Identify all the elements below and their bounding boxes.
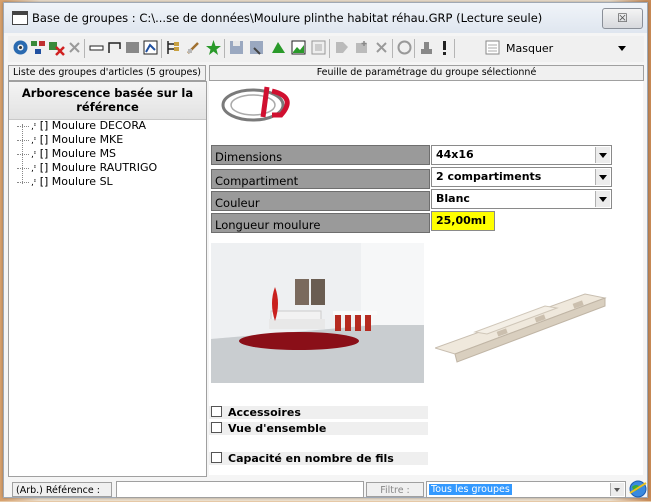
list-item-label: [] Moulure SL <box>39 175 113 188</box>
brand-logo <box>217 83 307 123</box>
title-bar[interactable]: Base de groupes : C:\...se de données\Mo… <box>4 3 647 33</box>
group-tree-icon[interactable] <box>30 39 47 56</box>
tree-title-line1: Arborescence basée sur la <box>21 86 194 100</box>
node-icon: ,ᶦ <box>31 178 37 188</box>
list-item[interactable]: ,ᶦ [] Moulure MS <box>17 147 116 160</box>
toolbar-separator <box>329 39 330 58</box>
clear-icon[interactable] <box>66 39 83 56</box>
longueur-field[interactable]: 25,00ml <box>431 211 495 231</box>
list-item-label: [] Moulure MS <box>39 147 117 160</box>
toolbar: Masquer <box>8 36 644 62</box>
list-item[interactable]: ,ᶦ [] Moulure RAUTRIGO <box>17 161 157 174</box>
delete-group-icon[interactable] <box>48 39 65 56</box>
hide-columns-icon <box>484 39 501 56</box>
toolbar-separator <box>454 39 455 58</box>
globe-settings-icon[interactable] <box>12 39 29 56</box>
node-icon: ,ᶦ <box>31 122 37 132</box>
couleur-label: Couleur <box>211 191 430 211</box>
accessoires-label: Accessoires <box>228 406 301 419</box>
capacite-fils-label: Capacité en nombre de fils <box>228 452 394 465</box>
couleur-value: Blanc <box>436 192 470 205</box>
filtre-label: Filtre : <box>366 482 424 497</box>
toolbar-separator <box>392 39 393 58</box>
new-item-icon[interactable] <box>353 39 370 56</box>
list-item[interactable]: ,ᶦ [] Moulure SL <box>17 175 113 188</box>
vue-ensemble-label: Vue d'ensemble <box>228 422 327 435</box>
list-item[interactable]: ,ᶦ [] Moulure DECORA <box>17 119 146 132</box>
longueur-label: Longueur moulure <box>211 213 430 233</box>
reference-input[interactable] <box>116 481 364 498</box>
warning-icon[interactable] <box>436 39 453 56</box>
list-item-label: [] Moulure RAUTRIGO <box>39 161 158 174</box>
reference-label: (Arb.) Référence : <box>12 482 112 497</box>
tree-header[interactable]: Arborescence basée sur la référence <box>9 82 206 120</box>
toolbar-separator <box>84 39 85 58</box>
masquer-dropdown[interactable]: Masquer <box>484 39 632 58</box>
stamp-icon[interactable] <box>418 39 435 56</box>
tag-icon[interactable] <box>333 39 350 56</box>
toolbar-separator <box>161 39 162 58</box>
parameter-sheet-pane: Dimensions 44x16 Compartiment 2 comparti… <box>209 81 643 475</box>
masquer-label: Masquer <box>506 42 554 55</box>
chevron-down-icon[interactable] <box>595 191 610 207</box>
save-icon[interactable] <box>228 39 245 56</box>
compartiment-value: 2 compartiments <box>436 170 542 183</box>
vue-ensemble-checkbox[interactable]: Vue d'ensemble <box>209 422 428 435</box>
dimensions-label: Dimensions <box>211 145 430 165</box>
chevron-down-icon[interactable] <box>610 483 624 496</box>
compartiment-select[interactable]: 2 compartiments <box>431 167 612 187</box>
couleur-select[interactable]: Blanc <box>431 189 612 209</box>
globe-icon[interactable] <box>628 479 648 499</box>
image-icon[interactable] <box>290 39 307 56</box>
app-window-icon <box>12 11 28 25</box>
chart-edit-icon[interactable] <box>142 39 159 56</box>
accessoires-checkbox[interactable]: Accessoires <box>209 406 428 419</box>
chevron-down-icon <box>618 46 626 51</box>
toolbar-separator <box>414 39 415 58</box>
green-star-icon[interactable] <box>205 39 222 56</box>
toolbar-separator <box>224 39 225 58</box>
main-window: Base de groupes : C:\...se de données\Mo… <box>3 2 648 498</box>
checkbox-box[interactable] <box>211 406 222 417</box>
node-icon: ,ᶦ <box>31 136 37 146</box>
frame-icon[interactable] <box>106 39 123 56</box>
chevron-down-icon[interactable] <box>595 169 610 185</box>
filtre-select[interactable]: Tous les groupes <box>426 481 626 498</box>
group-list-pane: Arborescence basée sur la référence ,ᶦ [… <box>8 81 207 477</box>
left-pane-header: Liste des groupes d'articles (5 groupes) <box>8 65 206 81</box>
save-as-icon[interactable] <box>248 39 265 56</box>
remove-icon[interactable] <box>373 39 390 56</box>
tree-title-line2: référence <box>76 100 139 114</box>
window-title: Base de groupes : C:\...se de données\Mo… <box>32 11 543 25</box>
list-item[interactable]: ,ᶦ [] Moulure MKE <box>17 133 123 146</box>
compartiment-label: Compartiment <box>211 169 430 189</box>
status-bar: (Arb.) Référence : Filtre : Tous les gro… <box>8 479 647 499</box>
node-icon: ,ᶦ <box>31 164 37 174</box>
filtre-value: Tous les groupes <box>429 484 512 495</box>
moulure-product-image <box>433 286 613 366</box>
right-pane-header: Feuille de paramétrage du groupe sélecti… <box>209 65 644 81</box>
room-photo <box>211 243 424 383</box>
edit-tools-icon[interactable] <box>185 39 202 56</box>
node-icon: ,ᶦ <box>31 150 37 160</box>
refresh-icon[interactable] <box>396 39 413 56</box>
checkbox-box[interactable] <box>211 452 222 463</box>
list-item-label: [] Moulure DECORA <box>39 119 147 132</box>
fill-block-icon[interactable] <box>124 39 141 56</box>
tree-view-icon[interactable] <box>165 39 182 56</box>
close-button[interactable]: ☒ <box>602 8 643 29</box>
capacite-fils-checkbox[interactable]: Capacité en nombre de fils <box>209 452 428 465</box>
green-copy-icon[interactable] <box>270 39 287 56</box>
dimensions-value: 44x16 <box>436 148 474 161</box>
minus-icon[interactable] <box>88 39 105 56</box>
chevron-down-icon[interactable] <box>595 147 610 163</box>
dimensions-select[interactable]: 44x16 <box>431 145 612 165</box>
image-frame-icon[interactable] <box>310 39 327 56</box>
checkbox-box[interactable] <box>211 422 222 433</box>
list-item-label: [] Moulure MKE <box>39 133 124 146</box>
